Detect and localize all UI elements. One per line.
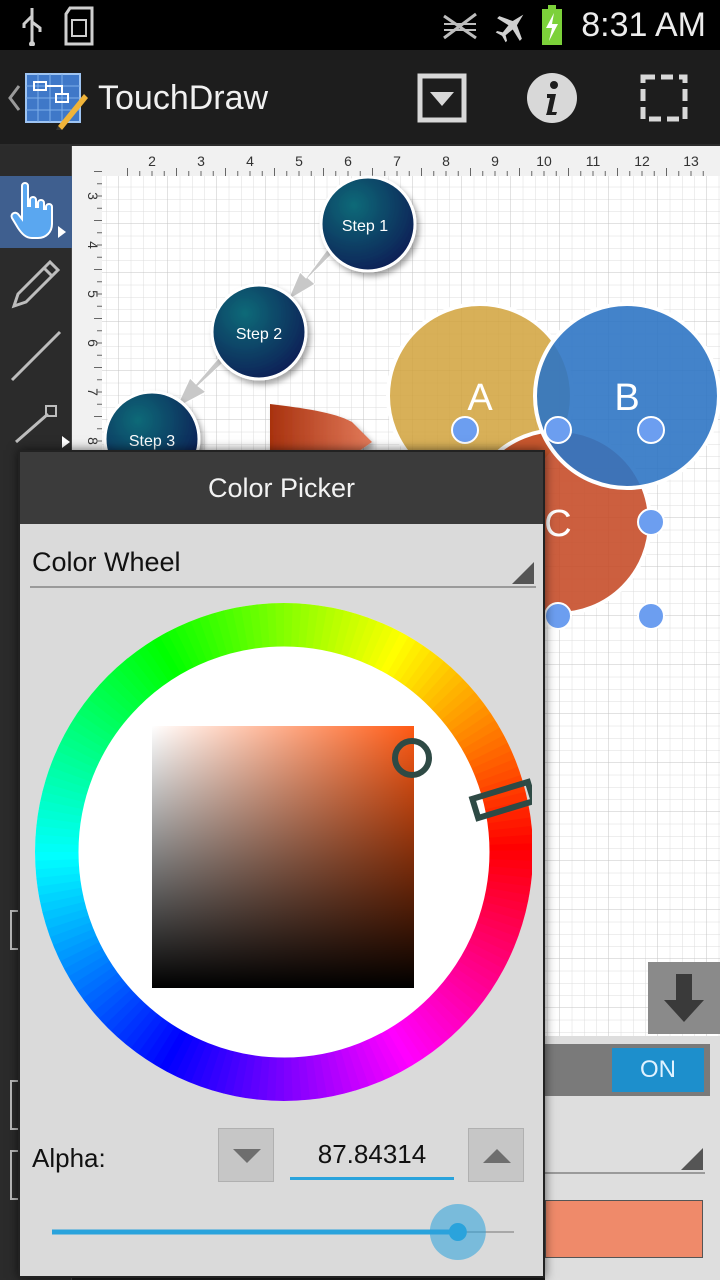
color-mode-value: Color Wheel [32, 547, 181, 577]
circle-a-label: A [467, 377, 493, 419]
selection-handle[interactable] [451, 416, 479, 444]
fill-color-swatch[interactable] [545, 1200, 703, 1258]
status-bar: 8:31 AM [0, 0, 720, 50]
line-tool[interactable] [0, 320, 72, 392]
app-logo-icon[interactable] [24, 68, 88, 130]
ruler-top-label: 11 [586, 153, 601, 169]
selection-handle[interactable] [637, 416, 665, 444]
scroll-down-button[interactable] [648, 962, 720, 1034]
step-2-shape[interactable]: Step 2 [210, 283, 308, 381]
pencil-tool[interactable] [0, 248, 72, 320]
dropdown-field[interactable] [545, 1130, 705, 1174]
alpha-slider[interactable] [44, 1204, 524, 1260]
color-picker-dialog: Color Picker Color Wheel Alpha: 87.84314 [18, 450, 545, 1278]
color-wheel[interactable] [32, 602, 532, 1102]
airplane-mode-icon [495, 14, 524, 43]
ruler-top-label: 3 [197, 153, 205, 169]
select-tool[interactable] [0, 176, 72, 248]
circle-b-shape[interactable]: B [533, 302, 720, 490]
step-3-label: Step 3 [129, 433, 175, 450]
palette-edge-fragment [10, 1150, 18, 1200]
palette-edge-fragment [10, 1080, 18, 1130]
step-1-shape[interactable]: Step 1 [319, 175, 417, 273]
usb-icon [22, 8, 42, 46]
slider-thumb[interactable] [448, 1223, 467, 1241]
palette-edge-fragment [10, 910, 18, 950]
action-bar: TouchDraw [0, 50, 720, 146]
dropdown-arrow-icon [512, 562, 534, 584]
selection-handle[interactable] [544, 416, 572, 444]
dropdown-arrow-icon [681, 1148, 703, 1170]
info-icon[interactable] [522, 68, 582, 128]
alpha-label: Alpha: [32, 1143, 106, 1173]
step-1-label: Step 1 [342, 218, 388, 235]
triangle-down-icon [233, 1149, 261, 1163]
hand-pointer-icon [10, 182, 66, 239]
ruler-top-label: 9 [491, 153, 499, 169]
ruler-top-label: 7 [393, 153, 401, 169]
circle-c-label: C [544, 503, 571, 545]
dialog-header: Color Picker [20, 452, 543, 524]
pencil-icon [11, 259, 61, 309]
selection-handle[interactable] [637, 602, 665, 630]
on-off-toggle[interactable]: ON [612, 1048, 704, 1092]
color-mode-select[interactable]: Color Wheel [30, 540, 536, 588]
selection-marquee-icon[interactable] [634, 68, 694, 128]
battery-charging-icon [542, 5, 562, 45]
alpha-increment-button[interactable] [468, 1128, 524, 1182]
dropdown-menu-icon[interactable] [412, 68, 472, 128]
ruler-top-label: 13 [683, 153, 699, 169]
step-2-label: Step 2 [236, 326, 282, 343]
ruler-top-label: 2 [148, 153, 156, 169]
signal-off-icon [443, 12, 477, 40]
back-chevron-icon[interactable] [6, 84, 22, 112]
line-icon [10, 330, 62, 382]
alpha-decrement-button[interactable] [218, 1128, 274, 1182]
ruler-top-label: 6 [344, 153, 352, 169]
ruler-top-label: 12 [634, 153, 650, 169]
dialog-title: Color Picker [207, 473, 356, 503]
app-title: TouchDraw [98, 79, 269, 117]
saturation-value-square[interactable] [152, 726, 414, 988]
status-time: 8:31 AM [581, 6, 706, 44]
sd-card-icon [64, 6, 94, 46]
selection-handle[interactable] [544, 602, 572, 630]
triangle-up-icon [483, 1149, 511, 1163]
circle-b-label: B [614, 377, 639, 419]
ruler-top-label: 5 [295, 153, 303, 169]
ruler-top-label: 8 [442, 153, 450, 169]
selection-handle[interactable] [637, 508, 665, 536]
ruler-top-label: 10 [536, 153, 552, 169]
ruler-top-label: 4 [246, 153, 254, 169]
alpha-input[interactable] [290, 1132, 454, 1180]
arrow-down-icon [664, 974, 704, 1022]
